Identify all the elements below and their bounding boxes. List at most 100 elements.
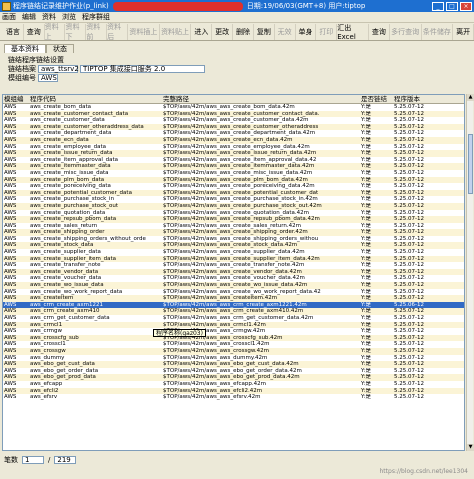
col-header-module[interactable]: 模组编	[4, 95, 24, 104]
toolbar-button-16[interactable]: 查询	[369, 23, 390, 40]
table-row[interactable]: AWS aws_create_issue_return_data $TOP/aws/…	[3, 150, 464, 157]
col-header-linked[interactable]: 是否链结	[361, 95, 387, 104]
minimize-button[interactable]: _	[432, 1, 444, 11]
table-row[interactable]: AWS aws_create_department_data $TOP/aws/42…	[3, 130, 464, 137]
table-row[interactable]: AWS aws_crm_create_axm1221 $TOP/aws/42m/aw…	[3, 301, 464, 309]
record-count-label: 笔数	[4, 455, 18, 464]
toolbar-button-13[interactable]: 单身	[296, 23, 317, 40]
table-row[interactable]: AWS aws_create_vendor_data $TOP/aws/42m/aw…	[3, 268, 464, 276]
table-row[interactable]: AWS aws_create_itemmaster_data $TOP/aws/42…	[3, 163, 464, 170]
toolbar-button-8[interactable]: 进入	[191, 23, 213, 40]
table-row[interactable]: AWS aws_create_stock_data $TOP/aws/42m/aws…	[3, 242, 464, 250]
cell-version: 5.25.07-12	[394, 341, 424, 348]
table-row[interactable]: AWS aws_create_purchase_stock_out $TOP/aws…	[3, 202, 464, 210]
table-row[interactable]: AWS aws_create_customer_contact_data $TOP/…	[3, 110, 464, 118]
tab-status[interactable]: 状态	[46, 44, 74, 53]
table-row[interactable]: AWS aws_create_supplier_item_data $TOP/aws…	[3, 255, 464, 263]
table-row[interactable]: AWS aws_create_employee_data $TOP/aws/42m/…	[3, 144, 464, 151]
toolbar-button-7[interactable]: 资料贴上	[160, 23, 192, 40]
cell-program: aws_create_wo_work_report_data	[30, 288, 123, 295]
cell-version: 5.25.07-12	[394, 361, 424, 368]
table-row[interactable]: AWS aws_crm_create_axm410 $TOP/aws/42m/aws…	[3, 308, 464, 315]
table-row[interactable]: AWS aws_efcapp $TOP/aws/42m/aws_aws_efcapp…	[3, 381, 464, 388]
table-row[interactable]: AWS aws_create_plm_bom_data $TOP/aws/42m/a…	[3, 176, 464, 184]
table-row[interactable]: AWS aws_create_ecn_data $TOP/aws/42m/aws_a…	[3, 136, 464, 144]
menu-item-screen[interactable]: 画面	[2, 12, 16, 22]
table-row[interactable]: AWS aws_create_customer_otheraddress_data…	[3, 123, 464, 131]
table-row[interactable]: AWS aws_create_purchase_stock_in $TOP/aws/…	[3, 196, 464, 203]
toolbar-button-4[interactable]: 资料前	[86, 23, 108, 41]
toolbar-button-6[interactable]: 资料插上	[128, 23, 160, 40]
cell-path: $TOP/aws/42m/aws_aws_create_shipping_ord…	[163, 235, 319, 242]
cell-program: aws_efcli2	[30, 387, 59, 394]
table-row[interactable]: AWS aws_create_misc_issue_data $TOP/aws/42…	[3, 170, 464, 177]
table-row[interactable]: AWS aws_create_supplier_data $TOP/aws/42m/…	[3, 249, 464, 256]
table-row[interactable]: AWS aws_efsrv $TOP/aws/42m/aws_aws_efsrv.4…	[3, 394, 464, 401]
table-row[interactable]: AWS aws_efcli2 $TOP/aws/42m/aws_aws_efcli2…	[3, 387, 464, 395]
menu-item-program-group[interactable]: 程序群组	[82, 12, 110, 22]
form-header: 基本资料 状态 链结程序链结设置 链结档案 aws_ttsrv2 TIPTOP …	[0, 42, 474, 82]
maximize-button[interactable]: □	[446, 1, 458, 11]
table-row[interactable]: AWS aws_ebo_get_prod_data $TOP/aws/42m/aws…	[3, 374, 464, 381]
menu-item-edit[interactable]: 编辑	[22, 12, 36, 22]
table-row[interactable]: AWS aws_dummy $TOP/aws/42m/aws_aws_dummy.4…	[3, 355, 464, 362]
scroll-thumb[interactable]	[468, 134, 473, 194]
toolbar-button-15[interactable]: 汇出Excel	[337, 23, 369, 41]
toolbar-button-19[interactable]: 离开	[453, 23, 474, 40]
table-row[interactable]: AWS aws_crosscl1 $TOP/aws/42m/aws_aws_cros…	[3, 341, 464, 348]
toolbar-button-12[interactable]: 无效	[275, 23, 296, 40]
link-file-input[interactable]: aws_ttsrv2	[38, 65, 79, 73]
toolbar-button-14[interactable]: 打印	[316, 23, 338, 40]
tab-basic-data[interactable]: 基本资料	[4, 44, 46, 53]
cell-program: aws_create_voucher_data	[30, 275, 102, 282]
table-row[interactable]: AWS aws_crossgw $TOP/aws/42m/aws_aws_cross…	[3, 347, 464, 355]
table-row[interactable]: AWS aws_crm_get_customer_data $TOP/aws/42m…	[3, 315, 464, 322]
toolbar-button-0[interactable]: 语言	[3, 23, 24, 40]
toolbar-button-3[interactable]: 资料下	[65, 23, 87, 41]
cell-program: aws_create_customer_data	[30, 117, 105, 124]
module-code-input[interactable]: AWS	[38, 74, 58, 82]
table-row[interactable]: AWS aws_create_transfer_note $TOP/aws/42m/…	[3, 262, 464, 269]
table-row[interactable]: AWS aws_create_shipping_orders_without_or…	[3, 235, 464, 243]
table-row[interactable]: AWS aws_create_bom_data $TOP/aws/42m/aws_a…	[3, 104, 464, 111]
table-row[interactable]: AWS aws_crmgw $TOP/aws/42m/aws_aws_crmgw.4…	[3, 328, 464, 335]
table-row[interactable]: AWS aws_create_quotation_data $TOP/aws/42m…	[3, 210, 464, 217]
table-row[interactable]: AWS aws_create_sales_return $TOP/aws/42m/a…	[3, 223, 464, 230]
table-row[interactable]: AWS aws_create_item_approval_data $TOP/aws…	[3, 157, 464, 164]
cell-version: 5.25.07-12	[394, 176, 424, 183]
toolbar-button-5[interactable]: 资料后	[107, 23, 128, 41]
scroll-up-icon[interactable]: ▲	[467, 94, 474, 101]
toolbar-button-2[interactable]: 资料上	[45, 23, 66, 41]
cell-path: $TOP/aws/42m/aws_aws_crm_create_axm1221.…	[163, 301, 307, 308]
cell-module: AWS	[4, 321, 17, 328]
table-row[interactable]: AWS aws_create_repsub_pbom_data $TOP/aws/4…	[3, 216, 464, 223]
cell-module: AWS	[4, 202, 17, 209]
toolbar-button-1[interactable]: 查询	[24, 23, 45, 40]
table-row[interactable]: AWS aws_create_wo_issue_data $TOP/aws/42m/…	[3, 282, 464, 289]
col-header-version[interactable]: 程序版本	[394, 95, 420, 104]
col-header-path[interactable]: 完整路径	[163, 95, 189, 104]
table-row[interactable]: AWS aws_create_voucher_data $TOP/aws/42m/a…	[3, 275, 464, 282]
close-button[interactable]: ×	[460, 1, 472, 11]
table-row[interactable]: AWS aws_createitem $TOP/aws/42m/aws_aws_cr…	[3, 295, 464, 302]
table-row[interactable]: AWS aws_create_shipping_order $TOP/aws/42m…	[3, 229, 464, 236]
menu-item-data[interactable]: 资料	[42, 12, 56, 22]
menu-item-browse[interactable]: 浏览	[62, 12, 76, 22]
table-row[interactable]: AWS aws_crosscfg_sub $TOP/aws/42m/aws_aws_…	[3, 334, 464, 342]
col-header-program[interactable]: 程序代码	[30, 95, 56, 104]
toolbar-button-9[interactable]: 更改	[212, 23, 234, 40]
table-row[interactable]: AWS aws_create_customer_data $TOP/aws/42m/…	[3, 117, 464, 124]
cell-module: AWS	[4, 282, 17, 289]
toolbar-button-11[interactable]: 复制	[254, 23, 275, 40]
table-row[interactable]: AWS aws_crmcl1 $TOP/aws/42m/aws_aws_crmcl1…	[3, 321, 464, 329]
table-row[interactable]: AWS aws_ebo_get_cust_data $TOP/aws/42m/aws…	[3, 361, 464, 368]
table-row[interactable]: AWS aws_ebo_get_order_data $TOP/aws/42m/aw…	[3, 368, 464, 375]
table-row[interactable]: AWS aws_create_poreceiving_data $TOP/aws/4…	[3, 183, 464, 190]
vertical-scrollbar[interactable]: ▲ ▼	[466, 94, 474, 451]
table-row[interactable]: AWS aws_create_wo_work_report_data $TOP/aw…	[3, 288, 464, 296]
toolbar-button-10[interactable]: 删除	[233, 23, 254, 40]
toolbar-button-17[interactable]: 多行查询	[390, 23, 422, 40]
toolbar-button-18[interactable]: 条件储存	[422, 23, 454, 40]
scroll-down-icon[interactable]: ▼	[467, 444, 474, 451]
table-row[interactable]: AWS aws_create_potential_customer_data $TO…	[3, 189, 464, 197]
